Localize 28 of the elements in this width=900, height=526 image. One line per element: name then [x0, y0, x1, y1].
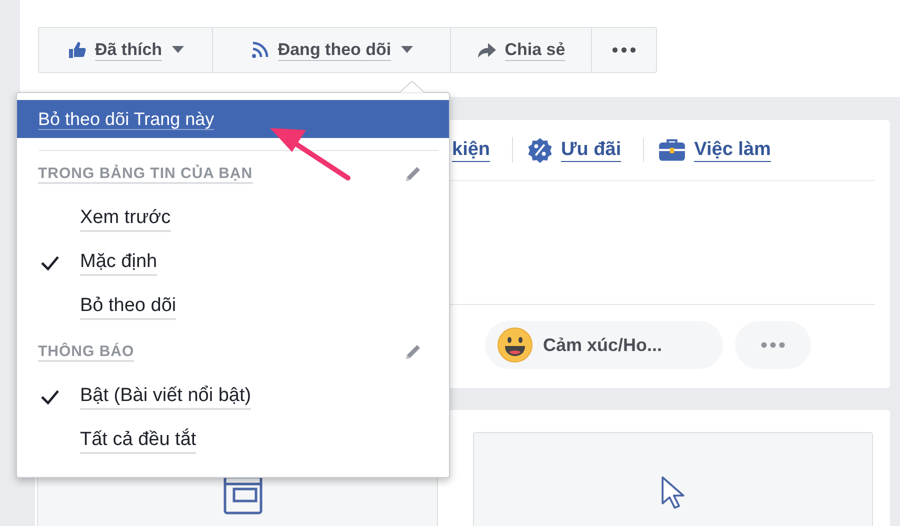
briefcase-icon [658, 138, 686, 162]
toolbar-button[interactable]: Đang theo dõi [213, 28, 451, 72]
menu-option[interactable]: Mặc định [80, 250, 158, 276]
layout-icon [223, 475, 264, 515]
menu-option[interactable]: Tất cả đều tắt [80, 428, 196, 454]
percent-badge-icon [527, 137, 554, 163]
thumbs-up-icon [66, 40, 87, 60]
rss-icon [250, 40, 270, 60]
more-icon [612, 47, 636, 53]
page-tab[interactable]: kiện [452, 138, 490, 162]
more-icon [760, 342, 786, 348]
toolbar-button[interactable]: Chia sẻ [451, 28, 592, 72]
page-tab[interactable]: Việc làm [643, 138, 771, 162]
menu-item[interactable]: Bỏ theo dõi Trang này [17, 100, 449, 138]
pencil-icon[interactable] [403, 342, 423, 362]
share-arrow-icon [476, 40, 497, 60]
option-tile[interactable] [472, 432, 873, 526]
toolbar-button[interactable]: Đã thích [39, 28, 213, 72]
smiley-icon [497, 327, 533, 363]
pencil-icon[interactable] [403, 164, 423, 184]
menu-option[interactable]: Bật (Bài viết nổi bật) [80, 384, 252, 410]
menu-section-heading: THÔNG BÁO [38, 342, 134, 362]
menu-section-heading: TRONG BẢNG TIN CỦA BẠN [38, 164, 253, 184]
feeling-button[interactable]: Cảm xúc/Ho... [485, 321, 723, 369]
page-tab[interactable]: Ưu đãi [512, 137, 622, 163]
cursor-icon [660, 475, 686, 511]
menu-option[interactable]: Bỏ theo dõi [80, 294, 176, 320]
menu-option[interactable]: Xem trước [80, 206, 171, 232]
